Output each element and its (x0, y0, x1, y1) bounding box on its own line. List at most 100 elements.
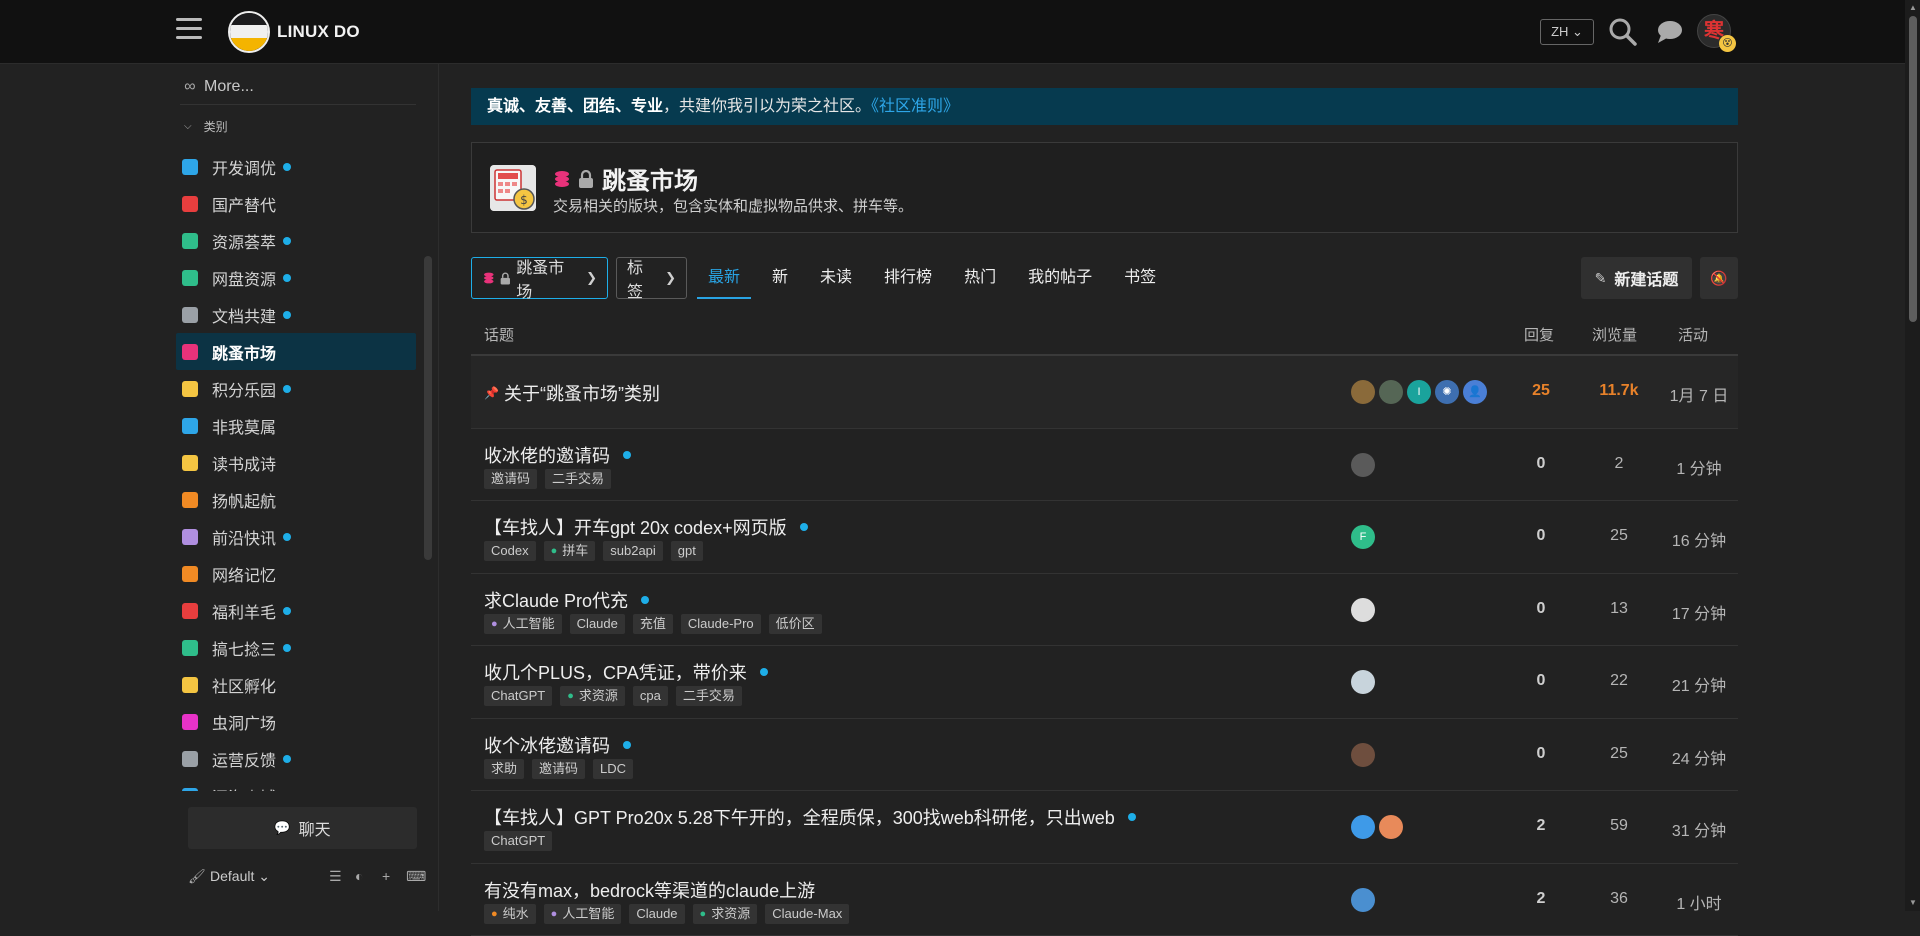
filter-sliders-icon[interactable]: ☰ (329, 868, 342, 885)
sidebar-category-item[interactable]: 运营反馈 (176, 740, 416, 777)
tag-chip[interactable]: 邀请码 (484, 469, 537, 489)
activity-time[interactable]: 17 分钟 (1659, 600, 1739, 624)
notification-bell-slash-icon[interactable]: 🔕 (1700, 257, 1738, 299)
reply-count[interactable]: 0 (1519, 745, 1563, 763)
scroll-down-icon[interactable]: ▼ (1909, 898, 1917, 907)
keyboard-icon[interactable]: ⌨ (406, 868, 426, 885)
sidebar-category-item[interactable]: 虫洞广场 (176, 703, 416, 740)
search-icon[interactable] (1608, 17, 1638, 47)
topic-row[interactable]: 【车找人】GPT Pro20x 5.28下午开的，全程质保，300找web科研佬… (471, 791, 1738, 864)
tab-item[interactable]: 未读 (820, 257, 852, 299)
reply-count[interactable]: 0 (1519, 527, 1563, 545)
header-views[interactable]: 浏览量 (1592, 324, 1637, 345)
poster-avatar[interactable]: ✺ (1435, 380, 1459, 404)
topic-title-link[interactable]: 【车找人】GPT Pro20x 5.28下午开的，全程质保，300找web科研佬… (484, 804, 1136, 830)
sidebar-category-item[interactable]: 开发调优 (176, 148, 416, 185)
header-topic[interactable]: 话题 (484, 324, 514, 345)
sidebar-scrollbar[interactable] (424, 256, 432, 560)
chat-bubbles-icon[interactable] (1654, 17, 1684, 47)
sidebar-category-item[interactable]: 深海幽域 (176, 777, 416, 791)
community-guidelines-link[interactable]: 《社区准则》 (871, 98, 959, 115)
reply-count[interactable]: 2 (1519, 890, 1563, 908)
sidebar-category-item[interactable]: 网盘资源 (176, 259, 416, 296)
poster-avatar[interactable] (1351, 815, 1375, 839)
topic-title-link[interactable]: 📌关于“跳蚤市场”类别 (484, 380, 660, 406)
tab-item[interactable]: 书签 (1124, 257, 1156, 299)
category-breadcrumb[interactable]: 跳蚤市场 ❯ (471, 257, 608, 299)
topic-row[interactable]: 【车找人】开车gpt 20x codex+网页版Codex●拼车sub2apig… (471, 501, 1738, 574)
reply-count[interactable]: 25 (1519, 382, 1563, 400)
poster-avatar[interactable]: I (1407, 380, 1431, 404)
sidebar-category-item[interactable]: 网络记忆 (176, 555, 416, 592)
sidebar-category-item[interactable]: 跳蚤市场 (176, 333, 416, 370)
poster-avatar[interactable]: F (1351, 525, 1375, 549)
tag-chip[interactable]: Claude (629, 904, 684, 924)
tag-chip[interactable]: Claude-Pro (681, 614, 761, 634)
tag-chip[interactable]: ●拼车 (544, 541, 596, 561)
poster-avatar[interactable] (1351, 670, 1375, 694)
sidebar-category-item[interactable]: 搞七捻三 (176, 629, 416, 666)
sidebar-category-item[interactable]: 国产替代 (176, 185, 416, 222)
tag-chip[interactable]: ●求资源 (693, 904, 758, 924)
topic-row[interactable]: 📌关于“跳蚤市场”类别I✺👤2511.7k1月 7 日 (471, 356, 1738, 429)
sidebar-more-link[interactable]: ∞ More... (176, 72, 416, 102)
poster-avatar[interactable] (1351, 598, 1375, 622)
tag-chip[interactable]: ●人工智能 (544, 904, 622, 924)
hamburger-menu-icon[interactable] (176, 18, 202, 44)
tag-chip[interactable]: 充值 (633, 614, 673, 634)
site-name[interactable]: LINUX DO (277, 22, 360, 42)
tag-chip[interactable]: ●纯水 (484, 904, 536, 924)
sidebar-category-item[interactable]: 读书成诗 (176, 444, 416, 481)
tag-chip[interactable]: 求助 (484, 759, 524, 779)
tags-breadcrumb[interactable]: 标签 ❯ (616, 257, 687, 299)
topic-row[interactable]: 求Claude Pro代充●人工智能Claude充值Claude-Pro低价区0… (471, 574, 1738, 647)
activity-time[interactable]: 31 分钟 (1659, 817, 1739, 841)
tag-chip[interactable]: cpa (633, 686, 668, 706)
tag-chip[interactable]: 低价区 (769, 614, 822, 634)
contrast-icon[interactable]: ◐ (355, 868, 363, 884)
topic-row[interactable]: 收几个PLUS，CPA凭证，带价来ChatGPT●求资源cpa二手交易02221… (471, 646, 1738, 719)
reply-count[interactable]: 0 (1519, 672, 1563, 690)
activity-time[interactable]: 24 分钟 (1659, 745, 1739, 769)
topic-title-link[interactable]: 有没有max，bedrock等渠道的claude上游 (484, 877, 815, 903)
topic-row[interactable]: 有没有max，bedrock等渠道的claude上游●纯水 ●人工智能 Claude… (471, 864, 1738, 936)
topic-title-link[interactable]: 求Claude Pro代充 (484, 587, 649, 613)
scroll-up-icon[interactable]: ▲ (1909, 3, 1917, 12)
tag-chip[interactable]: ChatGPT (484, 831, 552, 851)
sidebar-category-item[interactable]: 积分乐园 (176, 370, 416, 407)
reply-count[interactable]: 0 (1519, 455, 1563, 473)
tag-chip[interactable]: ●求资源 (560, 686, 625, 706)
language-switcher[interactable]: ZH ⌄ (1540, 19, 1594, 45)
activity-time[interactable]: 1月 7 日 (1659, 382, 1739, 406)
tab-item[interactable]: 新 (772, 257, 788, 299)
tag-chip[interactable]: Claude-Max (765, 904, 849, 924)
tag-chip[interactable]: Codex (484, 541, 536, 561)
tab-item[interactable]: 我的帖子 (1028, 257, 1092, 299)
new-topic-button[interactable]: ✎ 新建话题 (1581, 257, 1692, 299)
sidebar-category-item[interactable]: 资源荟萃 (176, 222, 416, 259)
poster-avatar[interactable] (1351, 743, 1375, 767)
poster-avatar[interactable] (1351, 888, 1375, 912)
scrollbar-thumb[interactable] (1909, 16, 1917, 322)
sidebar-category-item[interactable]: 扬帆起航 (176, 481, 416, 518)
tag-chip[interactable]: Claude (570, 614, 625, 634)
tab-item[interactable]: 最新 (697, 257, 751, 299)
activity-time[interactable]: 1 分钟 (1659, 455, 1739, 479)
tag-chip[interactable]: gpt (671, 541, 703, 561)
tab-item[interactable]: 热门 (964, 257, 996, 299)
poster-avatar[interactable] (1379, 380, 1403, 404)
reply-count[interactable]: 0 (1519, 600, 1563, 618)
topic-title-link[interactable]: 收冰佬的邀请码 (484, 442, 631, 468)
sidebar-category-item[interactable]: 文档共建 (176, 296, 416, 333)
tag-chip[interactable]: sub2api (603, 541, 663, 561)
theme-selector[interactable]: Default ⌄ (210, 868, 270, 885)
sidebar-categories-header[interactable]: ⌵ 类别 (184, 118, 228, 135)
header-replies[interactable]: 回复 (1524, 324, 1554, 345)
activity-time[interactable]: 1 小时 (1659, 890, 1739, 914)
tag-chip[interactable]: ChatGPT (484, 686, 552, 706)
header-activity[interactable]: 活动 (1678, 324, 1708, 345)
poster-avatar[interactable]: 👤 (1463, 380, 1487, 404)
tab-item[interactable]: 排行榜 (884, 257, 932, 299)
topic-title-link[interactable]: 收几个PLUS，CPA凭证，带价来 (484, 659, 768, 685)
activity-time[interactable]: 21 分钟 (1659, 672, 1739, 696)
